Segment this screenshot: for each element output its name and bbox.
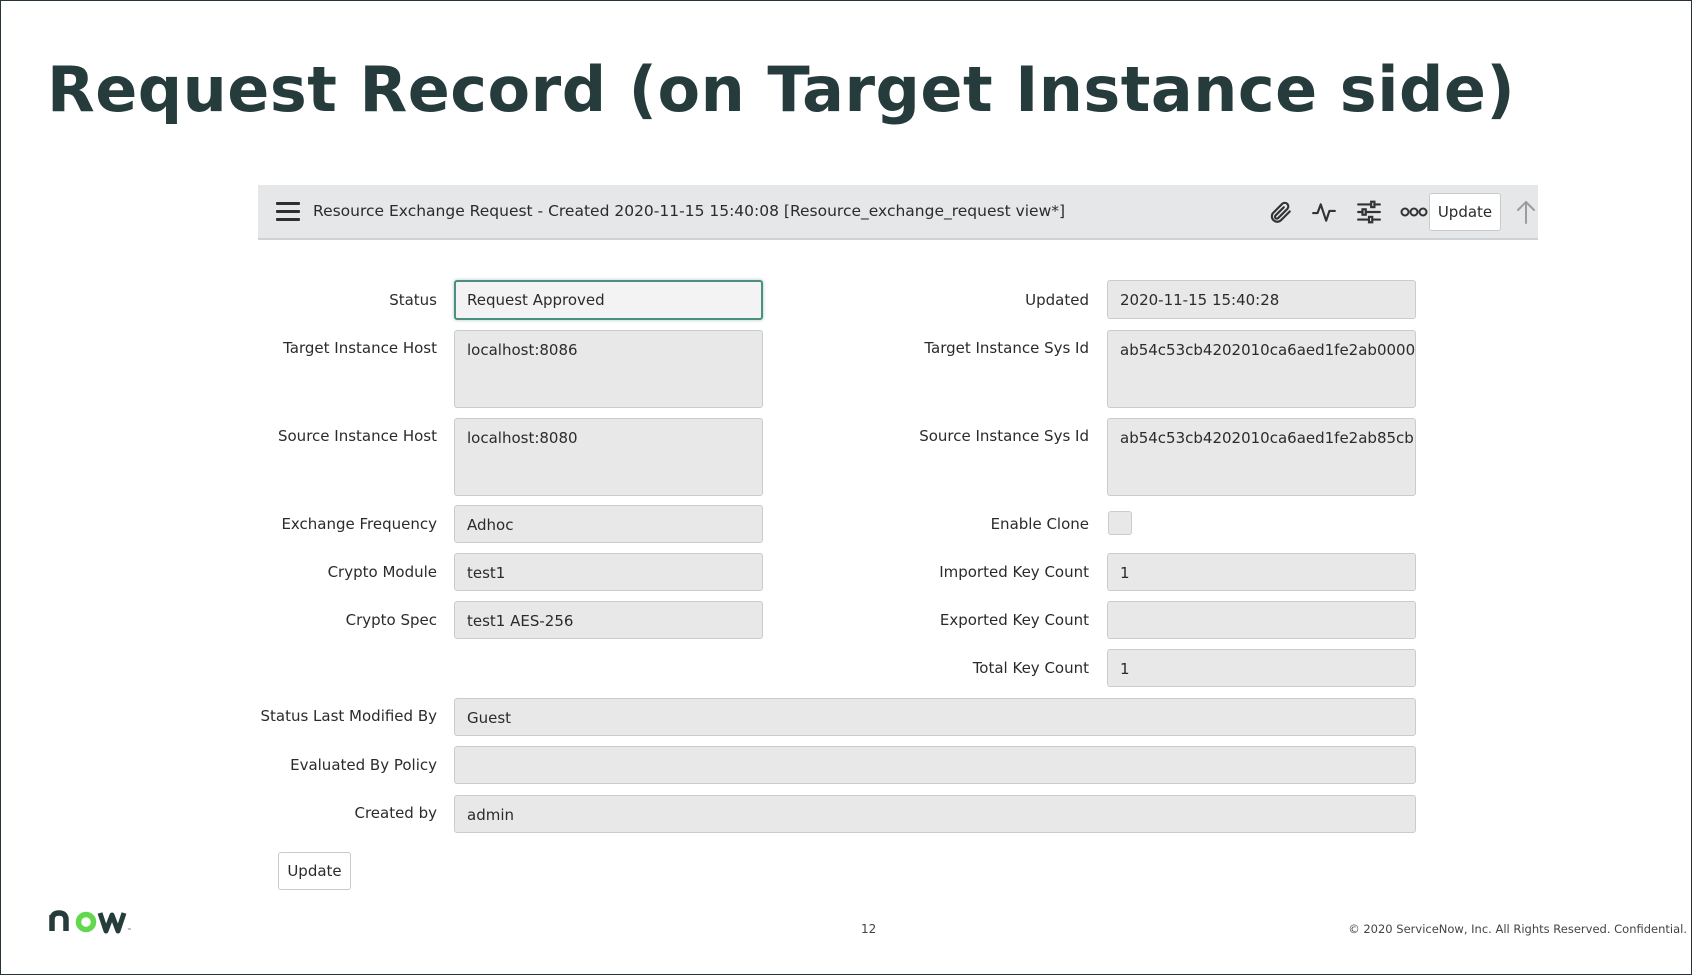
more-icon[interactable] (1398, 196, 1430, 228)
source-instance-host-label: Source Instance Host (277, 427, 437, 445)
source-instance-host-field[interactable]: localhost:8080 (454, 418, 763, 496)
enable-clone-checkbox[interactable] (1108, 511, 1132, 535)
imported-key-count-field[interactable]: 1 (1107, 553, 1416, 591)
created-by-label: Created by (354, 804, 437, 822)
status-label: Status (389, 291, 437, 309)
enable-clone-label: Enable Clone (990, 515, 1089, 533)
evaluated-by-policy-field[interactable] (454, 746, 1416, 784)
exchange-frequency-field[interactable]: Adhoc (454, 505, 763, 543)
arrow-up-icon[interactable] (1510, 196, 1542, 228)
header-update-button[interactable]: Update (1429, 193, 1501, 231)
total-key-count-label: Total Key Count (972, 659, 1089, 677)
updated-label: Updated (1025, 291, 1089, 309)
evaluated-by-policy-label: Evaluated By Policy (290, 756, 437, 774)
form-header-title: Resource Exchange Request - Created 2020… (313, 202, 1066, 220)
crypto-module-field[interactable]: test1 (454, 553, 763, 591)
slide-title: Request Record (on Target Instance side) (47, 53, 1516, 126)
updated-field[interactable]: 2020-11-15 15:40:28 (1107, 280, 1416, 319)
source-instance-sys-id-label: Source Instance Sys Id (919, 427, 1089, 445)
settings-sliders-icon[interactable] (1353, 196, 1385, 228)
exported-key-count-label: Exported Key Count (939, 611, 1089, 629)
target-instance-host-label: Target Instance Host (283, 339, 437, 357)
crypto-module-label: Crypto Module (327, 563, 437, 581)
form-update-button[interactable]: Update (278, 852, 351, 890)
slide: Request Record (on Target Instance side)… (0, 0, 1692, 975)
source-instance-sys-id-field[interactable]: ab54c53cb4202010ca6aed1fe2ab85cb (1107, 418, 1416, 496)
page-number: 12 (861, 922, 877, 936)
exchange-frequency-label: Exchange Frequency (281, 515, 437, 533)
crypto-spec-label: Crypto Spec (345, 611, 437, 629)
exported-key-count-field[interactable] (1107, 601, 1416, 639)
status-last-modified-by-label: Status Last Modified By (260, 707, 437, 725)
svg-text:™: ™ (127, 928, 132, 934)
crypto-spec-field[interactable]: test1 AES-256 (454, 601, 763, 639)
servicenow-logo: ™ (48, 901, 138, 937)
status-last-modified-by-field[interactable]: Guest (454, 698, 1416, 736)
activity-icon[interactable] (1308, 196, 1340, 228)
copyright-footer: © 2020 ServiceNow, Inc. All Rights Reser… (1348, 922, 1687, 936)
created-by-field[interactable]: admin (454, 795, 1416, 833)
target-instance-host-field[interactable]: localhost:8086 (454, 330, 763, 408)
form-header: Resource Exchange Request - Created 2020… (258, 185, 1538, 240)
status-field[interactable]: Request Approved (454, 280, 763, 320)
paperclip-icon[interactable] (1264, 196, 1296, 228)
target-instance-sys-id-field[interactable]: ab54c53cb4202010ca6aed1fe2ab0000 (1107, 330, 1416, 408)
target-instance-sys-id-label: Target Instance Sys Id (924, 339, 1089, 357)
total-key-count-field[interactable]: 1 (1107, 649, 1416, 687)
menu-icon[interactable] (276, 202, 300, 222)
imported-key-count-label: Imported Key Count (939, 563, 1089, 581)
